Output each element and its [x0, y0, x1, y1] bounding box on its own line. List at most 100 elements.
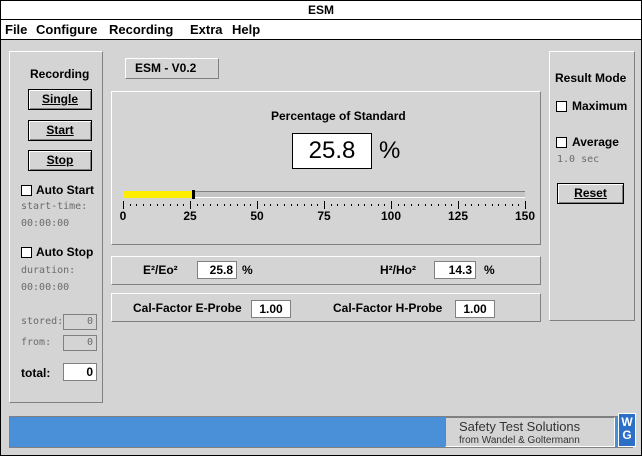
- from-label: from:: [21, 337, 52, 348]
- menu-bar: File Configure Recording Extra Help: [1, 20, 641, 40]
- menu-recording[interactable]: Recording: [109, 20, 173, 39]
- ruler-tick: [525, 201, 526, 209]
- wg-logo-text: WG: [621, 415, 633, 442]
- measurement-unit: %: [379, 137, 401, 164]
- menu-help[interactable]: Help: [232, 20, 260, 39]
- ruler-tick: [458, 201, 459, 209]
- start-button-label: Start: [46, 123, 74, 137]
- start-time-label: start-time:: [21, 201, 88, 212]
- e-ratio-field: 25.8: [197, 261, 237, 279]
- ruler-tick: [237, 204, 238, 206]
- h-ratio-label: H²/Ho²: [380, 263, 416, 277]
- ruler-tick: [492, 204, 493, 206]
- auto-start-checkbox[interactable]: [21, 185, 32, 196]
- ruler-tick: [337, 204, 338, 206]
- ruler-tick: [465, 204, 466, 206]
- duration-label: duration:: [21, 265, 76, 276]
- total-field: 0: [63, 363, 97, 381]
- e-ratio-unit: %: [242, 263, 253, 277]
- ruler-tick: [478, 204, 479, 206]
- ruler-tick: [391, 201, 392, 209]
- ruler-tick: [277, 204, 278, 206]
- maximum-checkbox[interactable]: [556, 101, 567, 112]
- cal-h-field: 1.00: [455, 300, 495, 318]
- ruler-tick: [203, 204, 204, 206]
- ruler-tick: [384, 204, 385, 206]
- ruler-tick: [364, 204, 365, 206]
- ruler-tick: [257, 201, 258, 209]
- ruler-tick: [157, 204, 158, 206]
- ruler-tick: [411, 204, 412, 206]
- measurement-title: Percentage of Standard: [271, 109, 406, 123]
- ruler-tick: [244, 204, 245, 206]
- h-ratio-field: 14.3: [434, 261, 476, 279]
- ruler-tick: [130, 204, 131, 206]
- ruler-tick: [418, 204, 419, 206]
- stop-button-label: Stop: [46, 153, 74, 167]
- ruler-tick: [344, 204, 345, 206]
- ruler-tick: [445, 204, 446, 206]
- company-subtitle: from Wandel & Goltermann: [459, 435, 580, 446]
- ruler-tick: [297, 204, 298, 206]
- ruler-tick: [518, 204, 519, 206]
- recording-title: Recording: [30, 67, 90, 81]
- start-time-value: 00:00:00: [21, 218, 70, 229]
- single-button-label: Single: [41, 92, 78, 106]
- scale-tick-125: 125: [447, 209, 469, 223]
- ruler-tick: [404, 204, 405, 206]
- scale-tick-150: 150: [514, 209, 536, 223]
- reset-button-label: Reset: [574, 186, 607, 200]
- esm-window: ESM File Configure Recording Extra Help …: [0, 0, 642, 456]
- percentage-bar-fill: [123, 191, 192, 198]
- ruler-tick: [311, 204, 312, 206]
- ruler-tick: [170, 204, 171, 206]
- ruler-tick: [197, 204, 198, 206]
- ruler-tick: [270, 204, 271, 206]
- ruler-tick: [471, 204, 472, 206]
- ruler-tick: [505, 204, 506, 206]
- ruler-tick: [317, 204, 318, 206]
- window-title: ESM: [1, 1, 641, 20]
- ruler-tick: [177, 204, 178, 206]
- ruler-tick: [291, 204, 292, 206]
- duration-value: 00:00:00: [21, 282, 70, 293]
- ruler-tick: [150, 204, 151, 206]
- ruler-tick: [498, 204, 499, 206]
- ruler-tick: [264, 204, 265, 206]
- auto-start-label: Auto Start: [36, 183, 94, 197]
- start-button[interactable]: Start: [28, 120, 92, 141]
- ruler-tick: [351, 204, 352, 206]
- average-time: 1.0 sec: [557, 154, 600, 165]
- ruler-tick: [304, 204, 305, 206]
- auto-stop-checkbox[interactable]: [21, 247, 32, 258]
- total-label: total:: [21, 366, 51, 380]
- ruler-tick: [217, 204, 218, 206]
- ruler-tick: [230, 204, 231, 206]
- scale-tick-100: 100: [380, 209, 402, 223]
- percentage-bar-marker: [192, 190, 195, 199]
- measurement-value: 25.8: [308, 137, 356, 164]
- ruler-tick: [512, 204, 513, 206]
- ruler-tick: [438, 204, 439, 206]
- result-mode-title: Result Mode: [555, 71, 627, 85]
- ruler-tick: [425, 204, 426, 206]
- ruler-tick: [398, 204, 399, 206]
- ruler-tick: [123, 201, 124, 209]
- ruler-tick: [431, 204, 432, 206]
- stored-field: 0: [63, 314, 97, 330]
- single-button[interactable]: Single: [28, 89, 92, 110]
- stored-label: stored:: [21, 316, 64, 327]
- average-checkbox[interactable]: [556, 137, 567, 148]
- ruler-tick: [451, 204, 452, 206]
- e-ratio-label: E²/Eo²: [143, 263, 178, 277]
- menu-extra[interactable]: Extra: [190, 20, 223, 39]
- cal-e-label: Cal-Factor E-Probe: [133, 301, 242, 315]
- reset-button[interactable]: Reset: [557, 183, 624, 204]
- ruler-tick: [163, 204, 164, 206]
- scale-tick-75: 75: [317, 209, 331, 223]
- menu-file[interactable]: File: [5, 20, 27, 39]
- stop-button[interactable]: Stop: [28, 150, 92, 171]
- company-name: Safety Test Solutions: [459, 419, 581, 434]
- menu-configure[interactable]: Configure: [36, 20, 97, 39]
- ruler-tick: [143, 204, 144, 206]
